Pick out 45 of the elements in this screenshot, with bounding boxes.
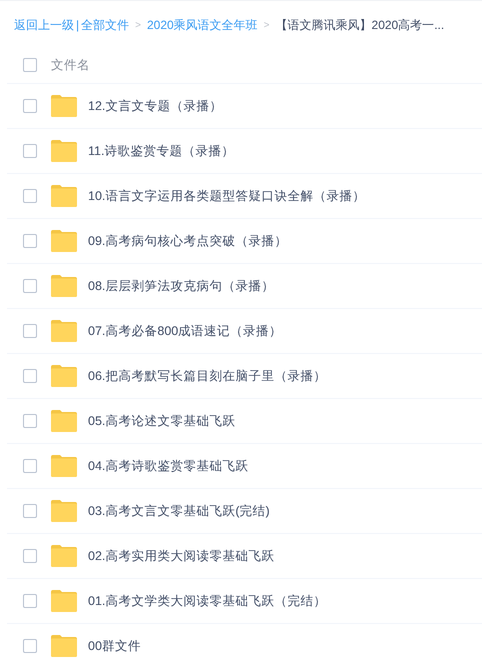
folder-name[interactable]: 06.把高考默写长篇目刻在脑子里（录播） — [88, 368, 326, 384]
folder-icon — [51, 590, 77, 612]
checkbox[interactable] — [23, 189, 37, 203]
folder-icon — [51, 635, 77, 657]
folder-name[interactable]: 02.高考实用类大阅读零基础飞跃 — [88, 548, 274, 564]
checkbox[interactable] — [23, 639, 37, 653]
column-header: 文件名 — [51, 56, 90, 74]
checkbox[interactable] — [23, 459, 37, 473]
checkbox[interactable] — [23, 234, 37, 248]
breadcrumb-current: 【语文腾讯乘风】2020高考一... — [276, 16, 444, 34]
folder-name[interactable]: 04.高考诗歌鉴赏零基础飞跃 — [88, 458, 248, 474]
folder-icon — [51, 500, 77, 522]
folder-name[interactable]: 11.诗歌鉴赏专题（录播） — [88, 142, 234, 160]
folder-icon — [51, 185, 77, 207]
folder-name[interactable]: 10.语言文字运用各类题型答疑口诀全解（录播） — [88, 188, 366, 204]
checkbox[interactable] — [23, 279, 37, 293]
folder-icon — [51, 275, 77, 297]
folder-name[interactable]: 03.高考文言文零基础飞跃(完结) — [88, 502, 270, 520]
checkbox[interactable] — [23, 369, 37, 383]
folder-name[interactable]: 00群文件 — [88, 638, 141, 654]
breadcrumb-separator: | — [76, 18, 80, 32]
checkbox[interactable] — [23, 324, 37, 338]
breadcrumb-separator: > — [135, 20, 141, 30]
folder-icon — [51, 140, 77, 162]
checkbox[interactable] — [23, 99, 37, 113]
folder-name[interactable]: 05.高考论述文零基础飞跃 — [88, 412, 236, 430]
checkbox[interactable] — [23, 414, 37, 428]
checkbox[interactable] — [23, 549, 37, 563]
folder-name[interactable]: 07.高考必备800成语速记（录播） — [88, 322, 282, 340]
folder-icon — [51, 545, 77, 567]
checkbox[interactable] — [23, 594, 37, 608]
breadcrumb-separator: > — [264, 20, 270, 30]
folder-icon — [51, 320, 77, 342]
folder-name[interactable]: 12.文言文专题（录播） — [88, 98, 222, 114]
folder-name[interactable]: 08.层层剥笋法攻克病句（录播） — [88, 278, 274, 294]
checkbox[interactable] — [23, 144, 37, 158]
checkbox[interactable] — [23, 58, 37, 72]
checkbox[interactable] — [23, 504, 37, 518]
folder-icon — [51, 455, 77, 477]
folder-name[interactable]: 09.高考病句核心考点突破（录播） — [88, 232, 288, 250]
folder-icon — [51, 410, 77, 432]
folder-icon — [51, 95, 77, 117]
folder-name[interactable]: 01.高考文学类大阅读零基础飞跃（完结） — [88, 592, 326, 610]
folder-icon — [51, 365, 77, 387]
folder-icon — [51, 230, 77, 252]
